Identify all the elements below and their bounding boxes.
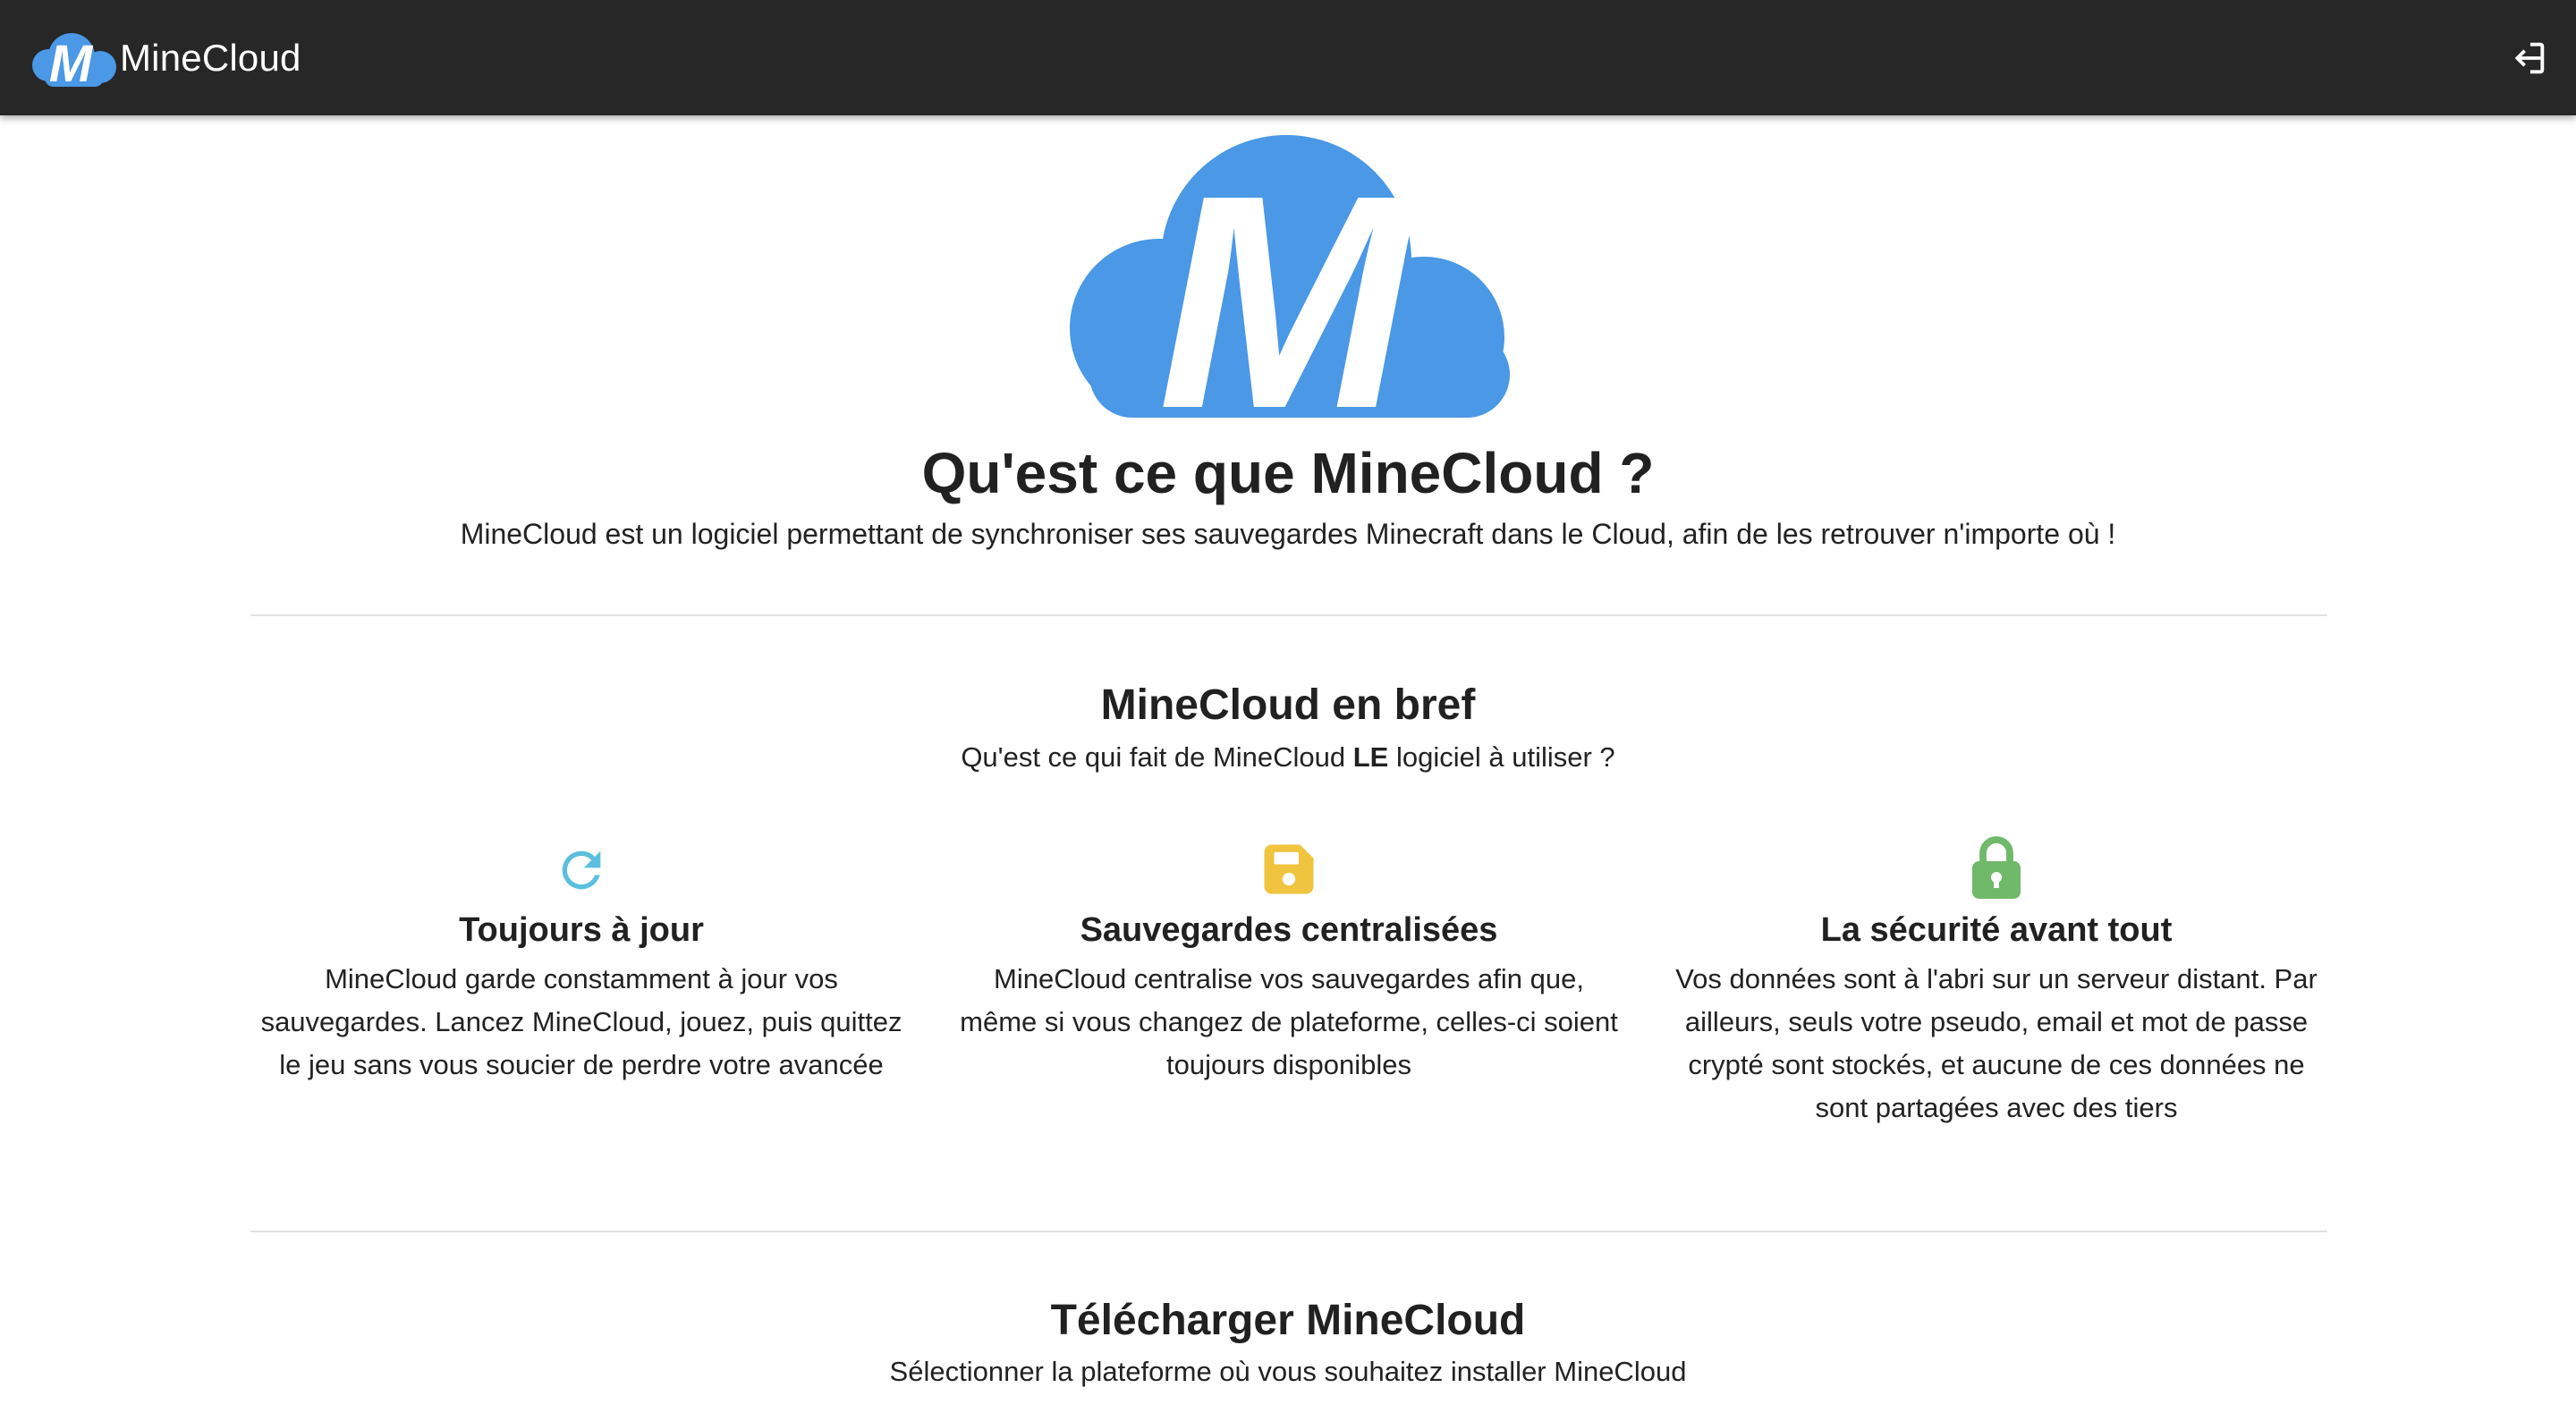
svg-text:M: M xyxy=(1157,135,1419,418)
brief-section-title: MineCloud en bref xyxy=(1100,681,1476,729)
feature-description: MineCloud garde constamment à jour vos s… xyxy=(260,963,902,1080)
app-name: MineCloud xyxy=(120,36,301,79)
subtitle-emphasis: LE xyxy=(1352,741,1389,773)
svg-text:M: M xyxy=(49,35,94,87)
brief-section-subtitle: Qu'est ce qui fait de MineCloud LE logic… xyxy=(0,739,2576,776)
download-section-subtitle: Sélectionner la plateforme où vous souha… xyxy=(889,1356,1687,1387)
feature-always-up-to-date: Toujours à jour MineCloud garde constamm… xyxy=(250,831,912,1130)
feature-description: MineCloud centralise vos sauvegardes afi… xyxy=(960,963,1618,1080)
page-title: Qu'est ce que MineCloud ? xyxy=(921,441,1655,505)
feature-title: Sauvegardes centralisées xyxy=(1080,911,1498,949)
feature-title: Toujours à jour xyxy=(459,911,704,949)
login-button[interactable] xyxy=(2503,32,2555,84)
feature-security-first: La sécurité avant tout Vos données sont … xyxy=(1665,831,2327,1130)
minecloud-hero-logo-icon: M xyxy=(1070,135,1510,418)
top-navbar: M MineCloud xyxy=(0,0,2576,115)
feature-title: La sécurité avant tout xyxy=(1820,911,2173,949)
section-divider xyxy=(250,1231,2327,1232)
main-content: M Qu'est ce que MineCloud ? MineCloud es… xyxy=(0,115,2576,1413)
feature-description: Vos données sont à l'abri sur un serveur… xyxy=(1675,963,2318,1123)
feature-centralized-saves: Sauvegardes centralisées MineCloud centr… xyxy=(958,831,1620,1130)
subtitle-text: Qu'est ce qui fait de MineCloud xyxy=(961,741,1353,773)
features-row: Toujours à jour MineCloud garde constamm… xyxy=(250,831,2327,1130)
subtitle-text-end: logiciel à utiliser ? xyxy=(1388,741,1615,773)
refresh-icon xyxy=(562,850,601,890)
brand-link[interactable]: M MineCloud xyxy=(27,0,301,115)
section-divider xyxy=(250,614,2327,616)
minecloud-logo-icon: M xyxy=(32,32,116,87)
login-icon xyxy=(2514,42,2545,74)
save-icon xyxy=(1264,844,1314,894)
intro-description: MineCloud est un logiciel permettant de … xyxy=(460,518,2116,550)
download-section-title: Télécharger MineCloud xyxy=(1050,1297,1526,1344)
lock-icon xyxy=(1972,836,2021,899)
